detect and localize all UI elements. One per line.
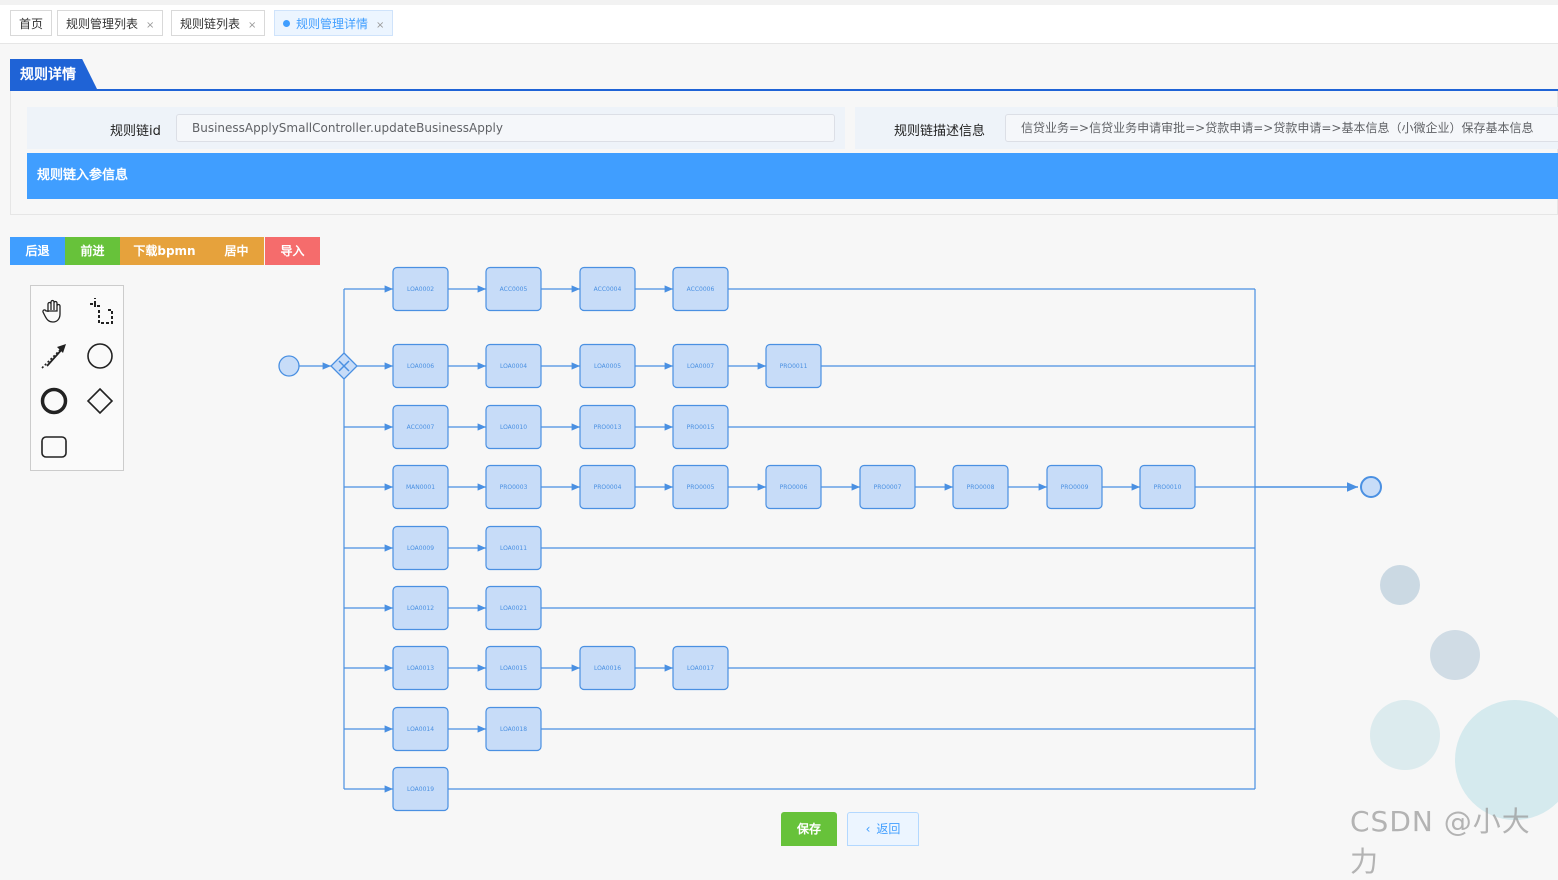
task-label: PRO0011 [780,363,808,370]
task-label: LOA0002 [407,286,434,293]
task-node[interactable]: PRO0007 [859,464,916,510]
return-button[interactable]: ‹ 返回 [847,812,919,846]
save-button[interactable]: 保存 [781,812,837,846]
task-label: LOA0017 [687,665,714,672]
task-node[interactable]: PRO0008 [952,464,1009,510]
task-node[interactable]: LOA0010 [485,404,542,450]
task-label: LOA0012 [407,605,434,612]
task-node[interactable]: PRO0004 [579,464,636,510]
task-label: LOA0021 [500,605,527,612]
task-label: LOA0006 [407,363,434,370]
task-label: PRO0015 [687,424,715,431]
task-node[interactable]: PRO0013 [579,404,636,450]
task-label: PRO0006 [780,484,808,491]
return-label: 返回 [876,822,901,836]
task-node[interactable]: LOA0012 [392,585,449,631]
task-label: PRO0010 [1154,484,1182,491]
task-label: LOA0014 [407,726,434,733]
start-event[interactable] [278,355,300,377]
task-label: LOA0011 [500,545,527,552]
task-node[interactable]: LOA0017 [672,645,729,691]
task-label: ACC0007 [407,424,435,431]
task-node[interactable]: LOA0015 [485,645,542,691]
task-label: LOA0018 [500,726,527,733]
task-node[interactable]: PRO0015 [672,404,729,450]
task-node[interactable]: LOA0016 [579,645,636,691]
task-node[interactable]: ACC0006 [672,266,729,312]
task-label: PRO0009 [1061,484,1089,491]
task-node[interactable]: PRO0005 [672,464,729,510]
task-label: ACC0004 [594,286,622,293]
task-label: MAN0001 [406,484,435,491]
task-node[interactable]: PRO0011 [765,343,822,389]
task-node[interactable]: LOA0002 [392,266,449,312]
task-label: PRO0007 [874,484,902,491]
task-label: LOA0015 [500,665,527,672]
task-node[interactable]: ACC0004 [579,266,636,312]
task-label: LOA0019 [407,786,434,793]
task-node[interactable]: LOA0014 [392,706,449,752]
task-label: ACC0006 [687,286,715,293]
watermark: CSDN @小大力 [1350,805,1531,878]
bpmn-canvas[interactable]: LOA0002 ACC0005 ACC0004 ACC0006 LOA0006 LOA00… [0,0,1558,846]
task-node[interactable]: PRO0009 [1046,464,1103,510]
task-label: LOA0005 [594,363,621,370]
task-label: LOA0010 [500,424,527,431]
chevron-left-icon: ‹ [865,822,871,836]
task-label: PRO0013 [594,424,622,431]
task-node[interactable]: PRO0003 [485,464,542,510]
task-node[interactable]: LOA0011 [485,525,542,571]
task-node[interactable]: LOA0021 [485,585,542,631]
task-label: PRO0004 [594,484,622,491]
task-label: LOA0007 [687,363,714,370]
task-label: PRO0008 [967,484,995,491]
task-node[interactable]: LOA0007 [672,343,729,389]
task-node[interactable]: LOA0006 [392,343,449,389]
task-node[interactable]: LOA0005 [579,343,636,389]
task-node[interactable]: ACC0005 [485,266,542,312]
task-label: LOA0009 [407,545,434,552]
task-label: PRO0005 [687,484,715,491]
task-node[interactable]: ACC0007 [392,404,449,450]
task-label: ACC0005 [500,286,528,293]
task-node[interactable]: PRO0010 [1139,464,1196,510]
end-event[interactable] [1360,476,1382,498]
task-label: LOA0013 [407,665,434,672]
task-node[interactable]: PRO0006 [765,464,822,510]
task-node[interactable]: LOA0009 [392,525,449,571]
task-node[interactable]: LOA0004 [485,343,542,389]
task-label: PRO0003 [500,484,528,491]
task-node[interactable]: LOA0013 [392,645,449,691]
task-node[interactable]: MAN0001 [392,464,449,510]
task-label: LOA0004 [500,363,527,370]
task-node[interactable]: LOA0019 [392,766,449,812]
task-label: LOA0016 [594,665,621,672]
task-node[interactable]: LOA0018 [485,706,542,752]
